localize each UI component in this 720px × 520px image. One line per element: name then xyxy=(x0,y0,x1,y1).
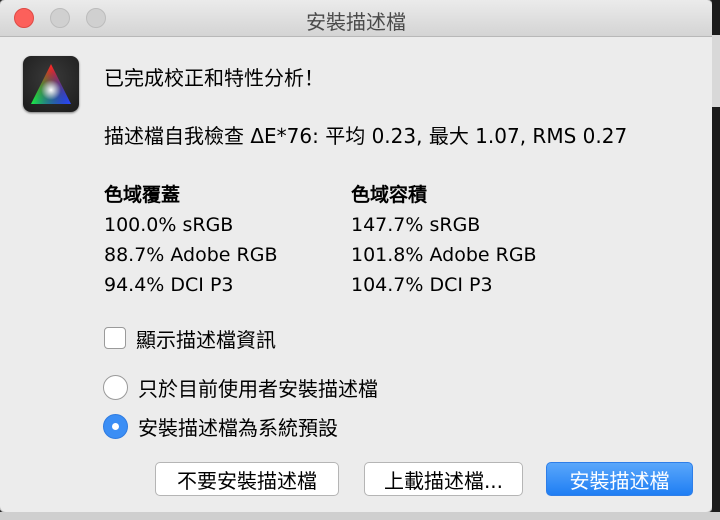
install-current-user-option[interactable]: 只於目前使用者安裝描述檔 xyxy=(103,373,378,402)
show-profile-info-option[interactable]: 顯示描述檔資訊 xyxy=(104,324,276,353)
gamut-volume-section: 色域容積 147.7% sRGB 101.8% Adobe RGB 104.7%… xyxy=(351,180,537,300)
install-profile-button[interactable]: 安裝描述檔 xyxy=(546,462,693,496)
install-system-default-option[interactable]: 安裝描述檔為系統預設 xyxy=(103,412,338,441)
gamut-volume-srgb: 147.7% sRGB xyxy=(351,214,481,236)
title-bar[interactable]: 安裝描述檔 xyxy=(0,0,712,37)
upload-profile-button[interactable]: 上載描述檔... xyxy=(364,462,523,496)
show-profile-info-label[interactable]: 顯示描述檔資訊 xyxy=(136,324,276,353)
result-headline: 已完成校正和特性分析！ xyxy=(104,66,324,90)
gamut-coverage-dci-p3: 94.4% DCI P3 xyxy=(104,274,234,296)
install-system-default-radio[interactable] xyxy=(103,413,128,439)
install-current-user-label[interactable]: 只於目前使用者安裝描述檔 xyxy=(138,373,378,402)
gamut-coverage-section: 色域覆蓋 100.0% sRGB 88.7% Adobe RGB 94.4% D… xyxy=(104,180,278,300)
gamut-coverage-srgb: 100.0% sRGB xyxy=(104,214,234,236)
install-current-user-radio[interactable] xyxy=(103,374,128,400)
gamut-volume-adobe-rgb: 101.8% Adobe RGB xyxy=(351,244,537,266)
gamut-coverage-heading: 色域覆蓋 xyxy=(104,184,181,206)
background-window-fragment xyxy=(712,35,720,107)
gamut-coverage-adobe-rgb: 88.7% Adobe RGB xyxy=(104,244,278,266)
gamut-volume-dci-p3: 104.7% DCI P3 xyxy=(351,274,493,296)
window-title: 安裝描述檔 xyxy=(306,10,406,34)
gamut-volume-heading: 色域容積 xyxy=(351,184,428,206)
dont-install-profile-button[interactable]: 不要安裝描述檔 xyxy=(155,462,339,496)
show-profile-info-checkbox[interactable] xyxy=(104,327,126,349)
install-system-default-label[interactable]: 安裝描述檔為系統預設 xyxy=(138,412,338,441)
background-window-edge xyxy=(712,0,720,520)
background-window-bottom xyxy=(0,512,720,520)
profile-self-check: 描述檔自我檢查 ΔE*76: 平均 0.23, 最大 1.07, RMS 0.2… xyxy=(104,124,628,148)
color-triangle-icon xyxy=(23,56,79,112)
install-profile-dialog: 安裝描述檔 已完成校正和特性分析！ 描述檔自我檢查 ΔE*76: 平均 0.23… xyxy=(0,0,712,512)
